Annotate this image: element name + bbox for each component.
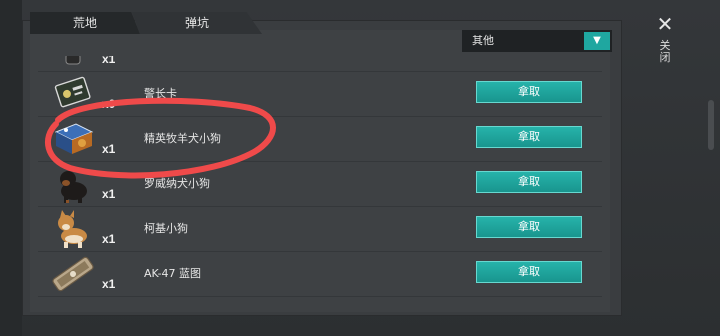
take-button[interactable]: 拿取 <box>476 171 582 193</box>
list-item: x1 精英牧羊犬小狗 拿取 <box>38 116 602 162</box>
close-icon[interactable]: ✕ <box>652 12 678 42</box>
item-list: x1 x0 警长卡 拿取 x1 精英牧羊犬小狗 拿取 x1 罗威纳犬小狗 拿取 … <box>38 56 602 306</box>
item-name: 精英牧羊犬小狗 <box>144 132 221 145</box>
left-edge-strip <box>0 0 22 336</box>
take-button[interactable]: 拿取 <box>476 81 582 103</box>
item-name: 柯基小狗 <box>144 222 188 235</box>
item-quantity: x1 <box>102 232 116 246</box>
list-item: x1 AK-47 蓝图 拿取 <box>38 251 602 297</box>
item-quantity: x1 <box>102 187 116 201</box>
filter-selected-value: 其他 <box>472 34 494 47</box>
item-name: AK-47 蓝图 <box>144 267 202 280</box>
game-screen: 荒地 弹坑 其他 ▼ ✕ 关闭 x1 x0 警长卡 拿取 x1 精英牧羊犬小狗 … <box>0 0 720 336</box>
item-name: 警长卡 <box>144 87 177 100</box>
tab-wasteland[interactable]: 荒地 <box>30 12 140 34</box>
elite-shepherd-puppy-icon <box>46 118 100 160</box>
rottweiler-puppy-icon <box>46 163 100 205</box>
list-item: x0 警长卡 拿取 <box>38 71 602 117</box>
list-item: x1 <box>38 56 602 72</box>
partial-item-icon <box>46 56 100 70</box>
list-item: x1 柯基小狗 拿取 <box>38 206 602 252</box>
list-item: x1 罗威纳犬小狗 拿取 <box>38 161 602 207</box>
item-quantity: x0 <box>102 97 116 111</box>
corgi-puppy-icon <box>46 208 100 250</box>
chevron-down-icon[interactable]: ▼ <box>584 32 610 50</box>
filter-dropdown[interactable]: 其他 ▼ <box>462 30 612 52</box>
close-label[interactable]: 关闭 <box>655 40 675 64</box>
take-button[interactable]: 拿取 <box>476 261 582 283</box>
scrollbar[interactable] <box>708 100 714 150</box>
item-quantity: x1 <box>102 277 116 291</box>
item-quantity: x1 <box>102 56 116 66</box>
item-quantity: x1 <box>102 142 116 156</box>
take-button[interactable]: 拿取 <box>476 216 582 238</box>
item-name: 罗威纳犬小狗 <box>144 177 210 190</box>
take-button[interactable]: 拿取 <box>476 126 582 148</box>
tab-crater[interactable]: 弹坑 <box>132 12 262 34</box>
sheriff-card-icon <box>46 73 100 115</box>
ak47-blueprint-icon <box>46 253 100 295</box>
